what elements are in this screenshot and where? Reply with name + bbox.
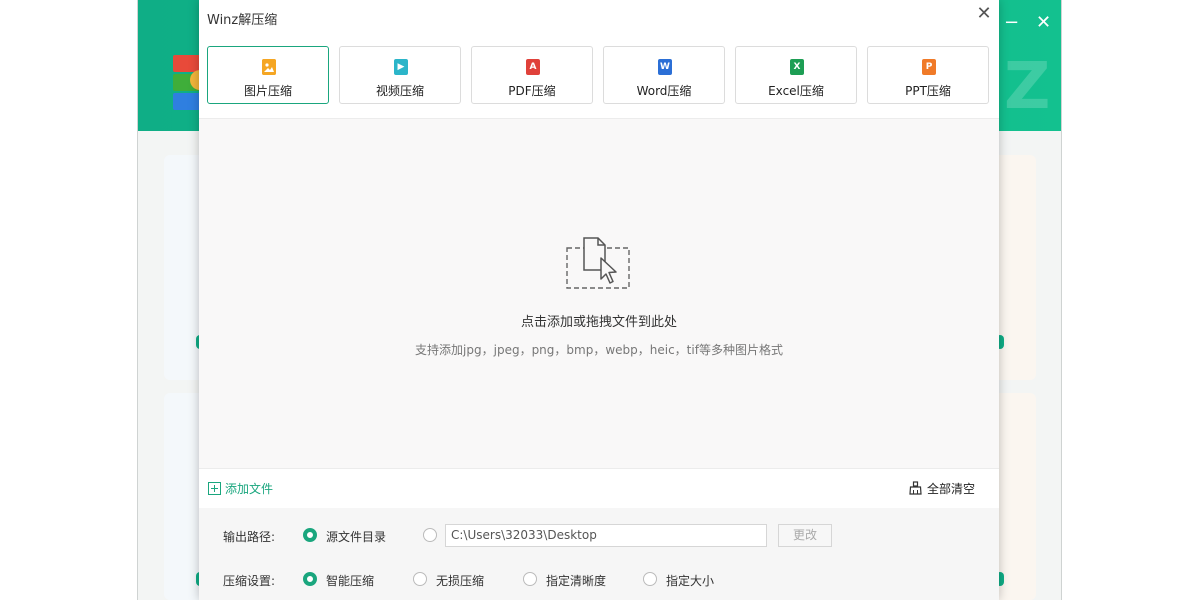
word-icon: W <box>658 59 672 75</box>
drop-zone-instruction: 点击添加或拖拽文件到此处 <box>520 315 677 330</box>
size-compress-label: 指定大小 <box>666 574 715 588</box>
size-compress-radio[interactable] <box>643 572 657 586</box>
excel-icon: X <box>790 59 804 75</box>
change-path-button[interactable]: 更改 <box>778 524 832 547</box>
close-icon[interactable]: ✕ <box>974 4 994 24</box>
tab-image-compress[interactable]: 图片压缩 <box>207 46 329 104</box>
file-drop-zone[interactable]: 点击添加或拖拽文件到此处 支持添加jpg，jpeg，png，bmp，webp，h… <box>199 119 999 468</box>
tab-label: Excel压缩 <box>768 84 824 98</box>
output-path-input[interactable]: C:\Users\32033\Desktop <box>445 524 767 547</box>
output-path-label: 输出路径: <box>223 530 276 544</box>
file-drop-icon <box>565 234 633 294</box>
file-toolbar: 添加文件 全部清空 <box>199 468 999 509</box>
video-icon: ▶ <box>394 59 408 75</box>
lossless-compress-label: 无损压缩 <box>436 574 485 588</box>
add-file-button[interactable]: 添加文件 <box>208 480 273 497</box>
add-file-label: 添加文件 <box>225 482 274 496</box>
tab-label: 视频压缩 <box>375 84 424 98</box>
header-watermark: Z <box>1004 50 1051 124</box>
plus-square-icon <box>208 482 221 495</box>
smart-compress-label: 智能压缩 <box>326 574 375 588</box>
source-dir-radio[interactable] <box>303 528 317 542</box>
tab-pdf-compress[interactable]: A PDF压缩 <box>471 46 593 104</box>
background-close-icon[interactable]: ✕ <box>1036 12 1051 33</box>
tab-ppt-compress[interactable]: P PPT压缩 <box>867 46 989 104</box>
dialog-title: Winz解压缩 <box>207 13 278 28</box>
tab-label: 图片压缩 <box>243 84 292 98</box>
ppt-icon: P <box>922 59 936 75</box>
tab-word-compress[interactable]: W Word压缩 <box>603 46 725 104</box>
broom-icon <box>909 481 922 495</box>
source-dir-label: 源文件目录 <box>326 530 387 544</box>
tab-label: PDF压缩 <box>508 84 556 98</box>
image-icon <box>262 59 276 75</box>
clarity-compress-label: 指定清晰度 <box>546 574 607 588</box>
compress-dialog: Winz解压缩 ✕ 图片压缩 ▶ 视频压缩 A PDF压缩 W Word压缩 X… <box>199 0 999 600</box>
clear-all-label: 全部清空 <box>927 482 976 496</box>
tab-label: Word压缩 <box>636 84 692 98</box>
tab-excel-compress[interactable]: X Excel压缩 <box>735 46 857 104</box>
settings-panel: 输出路径: 源文件目录 C:\Users\32033\Desktop 更改 压缩… <box>199 508 999 600</box>
compression-settings-label: 压缩设置: <box>223 574 276 588</box>
lossless-compress-radio[interactable] <box>413 572 427 586</box>
tab-label: PPT压缩 <box>905 84 951 98</box>
supported-formats-text: 支持添加jpg，jpeg，png，bmp，webp，heic，tif等多种图片格… <box>415 343 783 357</box>
background-minimize-icon[interactable]: − <box>1004 12 1019 33</box>
smart-compress-radio[interactable] <box>303 572 317 586</box>
clear-all-button[interactable]: 全部清空 <box>909 480 975 497</box>
clarity-compress-radio[interactable] <box>523 572 537 586</box>
tab-video-compress[interactable]: ▶ 视频压缩 <box>339 46 461 104</box>
custom-path-radio[interactable] <box>423 528 437 542</box>
pdf-icon: A <box>526 59 540 75</box>
